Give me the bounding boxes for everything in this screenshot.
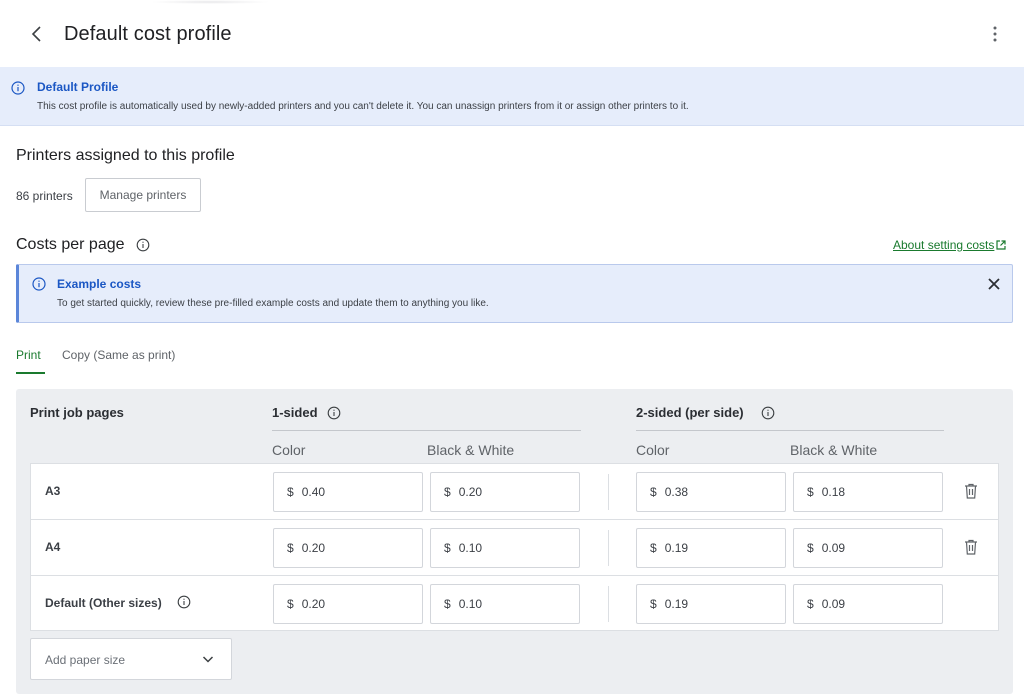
two-sided-color-input[interactable] xyxy=(664,597,775,611)
cost-field[interactable]: $ xyxy=(273,528,423,568)
active-tab-indicator xyxy=(16,372,45,374)
currency-symbol: $ xyxy=(444,485,451,499)
currency-symbol: $ xyxy=(807,541,814,555)
close-banner-button[interactable] xyxy=(985,275,1003,293)
back-button[interactable] xyxy=(26,22,48,46)
costs-section-title: Costs per page xyxy=(16,236,125,253)
one-sided-bw-input[interactable] xyxy=(458,541,569,555)
trash-icon[interactable] xyxy=(963,538,979,556)
about-link-label: About setting costs xyxy=(893,238,995,252)
two-sided-bw-input[interactable] xyxy=(821,485,932,499)
one-sided-color-header: Color xyxy=(272,442,306,458)
table-row: Default (Other sizes) $ $ $ $ xyxy=(31,576,998,632)
column-divider xyxy=(608,586,609,622)
one-sided-color-input[interactable] xyxy=(301,485,412,499)
two-sided-divider xyxy=(636,430,944,431)
row-label: Default (Other sizes) xyxy=(45,596,162,610)
two-sided-color-header: Color xyxy=(636,442,670,458)
info-icon[interactable] xyxy=(136,238,150,252)
cost-field[interactable]: $ xyxy=(430,472,580,512)
two-sided-color-input[interactable] xyxy=(664,541,775,555)
currency-symbol: $ xyxy=(650,541,657,555)
add-paper-size-select[interactable]: Add paper size xyxy=(30,638,232,680)
row-label: A4 xyxy=(45,540,61,554)
banner-title: Default Profile xyxy=(37,80,119,94)
default-profile-banner: Default Profile This cost profile is aut… xyxy=(0,67,1024,126)
currency-symbol: $ xyxy=(287,485,294,499)
add-paper-size-label: Add paper size xyxy=(45,653,126,667)
two-sided-bw-header: Black & White xyxy=(790,442,878,458)
more-vert-icon xyxy=(993,26,997,42)
more-menu-button[interactable] xyxy=(983,22,1007,46)
manage-printers-button[interactable]: Manage printers xyxy=(85,178,201,212)
page-header: Default cost profile xyxy=(0,0,1024,67)
two-sided-bw-input[interactable] xyxy=(821,597,932,611)
one-sided-color-input[interactable] xyxy=(301,597,412,611)
currency-symbol: $ xyxy=(287,597,294,611)
row-label: A3 xyxy=(45,484,61,498)
one-sided-header: 1-sided xyxy=(272,405,318,420)
cost-rows: A3 $ $ $ $ A4 $ $ $ $ Default (Other siz… xyxy=(30,463,999,631)
currency-symbol: $ xyxy=(444,597,451,611)
tab-copy[interactable]: Copy (Same as print) xyxy=(62,348,175,362)
cost-field[interactable]: $ xyxy=(430,584,580,624)
example-banner-text: To get started quickly, review these pre… xyxy=(57,298,489,309)
info-icon[interactable] xyxy=(761,406,775,420)
currency-symbol: $ xyxy=(807,485,814,499)
external-link-icon xyxy=(996,240,1006,250)
print-job-pages-header: Print job pages xyxy=(30,405,124,420)
trash-icon[interactable] xyxy=(963,482,979,500)
tab-print[interactable]: Print xyxy=(16,348,41,362)
one-sided-bw-input[interactable] xyxy=(458,597,569,611)
table-row: A4 $ $ $ $ xyxy=(31,520,998,576)
page-title: Default cost profile xyxy=(64,23,232,45)
two-sided-header: 2-sided (per side) xyxy=(636,405,744,420)
info-icon xyxy=(32,277,46,291)
cost-field[interactable]: $ xyxy=(636,528,786,568)
currency-symbol: $ xyxy=(444,541,451,555)
two-sided-bw-input[interactable] xyxy=(821,541,932,555)
currency-symbol: $ xyxy=(650,485,657,499)
one-sided-divider xyxy=(272,430,581,431)
printers-section-title: Printers assigned to this profile xyxy=(16,147,235,164)
close-icon xyxy=(988,278,1000,290)
one-sided-bw-header: Black & White xyxy=(427,442,515,458)
example-costs-banner: Example costs To get started quickly, re… xyxy=(16,264,1013,323)
cost-field[interactable]: $ xyxy=(273,584,423,624)
currency-symbol: $ xyxy=(807,597,814,611)
one-sided-color-input[interactable] xyxy=(301,541,412,555)
info-icon[interactable] xyxy=(177,595,191,609)
one-sided-bw-input[interactable] xyxy=(458,485,569,499)
table-row: A3 $ $ $ $ xyxy=(31,464,998,520)
cost-field[interactable]: $ xyxy=(793,472,943,512)
info-icon xyxy=(11,81,25,95)
column-divider xyxy=(608,474,609,510)
currency-symbol: $ xyxy=(650,597,657,611)
info-icon[interactable] xyxy=(327,406,341,420)
example-banner-title: Example costs xyxy=(57,277,142,291)
about-setting-costs-link[interactable]: About setting costs xyxy=(893,238,1006,252)
cost-field[interactable]: $ xyxy=(273,472,423,512)
chevron-left-icon xyxy=(31,26,41,42)
cost-field[interactable]: $ xyxy=(636,584,786,624)
banner-text: This cost profile is automatically used … xyxy=(37,101,689,112)
cost-field[interactable]: $ xyxy=(430,528,580,568)
currency-symbol: $ xyxy=(287,541,294,555)
printers-count: 86 printers xyxy=(16,189,73,203)
cost-field[interactable]: $ xyxy=(636,472,786,512)
cost-field[interactable]: $ xyxy=(793,528,943,568)
cost-field[interactable]: $ xyxy=(793,584,943,624)
column-divider xyxy=(608,530,609,566)
two-sided-color-input[interactable] xyxy=(664,485,775,499)
chevron-down-icon xyxy=(202,656,214,663)
